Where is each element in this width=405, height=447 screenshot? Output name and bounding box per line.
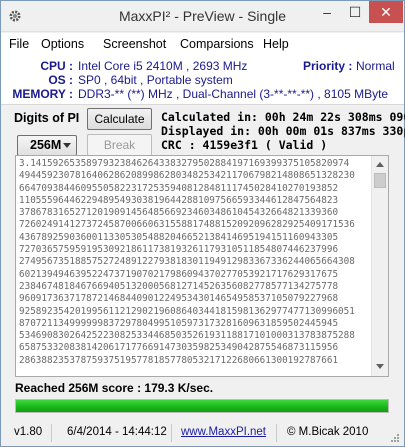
os-value: SP0 , 64bit , Portable system	[78, 73, 233, 87]
minimize-button[interactable]: –	[313, 1, 341, 23]
progress-fill	[16, 400, 388, 412]
resize-grip-icon[interactable]	[390, 433, 400, 443]
digits-selected-value: 256M	[30, 138, 62, 152]
priority-value: Normal	[356, 59, 395, 73]
menu-bar: File Options Screenshot Comparsions Help	[1, 33, 404, 55]
combo-arrow-icon[interactable]	[63, 143, 71, 148]
scroll-up-icon[interactable]	[376, 162, 384, 167]
menu-help[interactable]: Help	[263, 37, 289, 51]
menu-file[interactable]: File	[9, 37, 29, 51]
digits-scrollbar[interactable]	[371, 156, 388, 376]
status-divider	[276, 424, 277, 442]
scroll-thumb[interactable]	[374, 173, 386, 188]
maxxpi-window: MaxxPI² - PreView - Single – ☐ ✕ File Op…	[0, 0, 405, 447]
progress-bar	[15, 399, 389, 413]
menu-comparsions[interactable]: Comparsions	[180, 37, 254, 51]
close-button[interactable]: ✕	[369, 1, 403, 23]
menu-options[interactable]: Options	[41, 37, 84, 51]
status-divider	[171, 424, 172, 442]
calculated-time: Calculated in: 00h 24m 22s 308ms 090µs	[161, 110, 405, 124]
displayed-time: Displayed in: 00h 00m 01s 837ms 330µs	[161, 124, 405, 138]
cpu-value: Intel Core i5 2410M , 2693 MHz	[78, 59, 248, 73]
memory-label: MEMORY :	[12, 87, 73, 101]
cpu-label: CPU :	[40, 59, 73, 73]
date-text: 6/4/2014 - 14:44:12	[67, 426, 167, 438]
status-divider	[51, 424, 52, 442]
status-bar: v1.80 6/4/2014 - 14:44:12 www.MaxxPI.net…	[1, 419, 404, 446]
menu-screenshot[interactable]: Screenshot	[103, 37, 166, 51]
system-info-panel: CPU : Intel Core i5 2410M , 2693 MHz Pri…	[1, 55, 404, 105]
digits-of-pi-label: Digits of PI	[14, 111, 80, 125]
pi-digits-text: 3.14159265358979323846264338327950288419…	[19, 158, 355, 366]
crc-value: CRC : 4159e3f1 ( Valid )	[161, 138, 328, 152]
digits-select[interactable]: 256M	[17, 135, 77, 156]
website-link[interactable]: www.MaxxPI.net	[181, 426, 266, 438]
break-button[interactable]: Break	[87, 134, 152, 156]
scroll-down-icon[interactable]	[376, 364, 384, 369]
title-bar[interactable]: MaxxPI² - PreView - Single – ☐ ✕	[1, 1, 404, 32]
version-text: v1.80	[14, 426, 43, 438]
copyright-text: © M.Bicak 2010	[287, 426, 369, 438]
memory-value: DDR3-** (**) MHz , Dual-Channel (3-**-**…	[78, 87, 389, 101]
pi-digits-textbox[interactable]: 3.14159265358979323846264338327950288419…	[15, 155, 389, 377]
os-label: OS :	[48, 73, 73, 87]
score-text: Reached 256M score : 179.3 K/sec.	[15, 381, 214, 395]
maximize-button[interactable]: ☐	[341, 1, 369, 23]
priority-label: Priority :	[303, 59, 353, 73]
calculate-button[interactable]: Calculate	[87, 108, 152, 130]
